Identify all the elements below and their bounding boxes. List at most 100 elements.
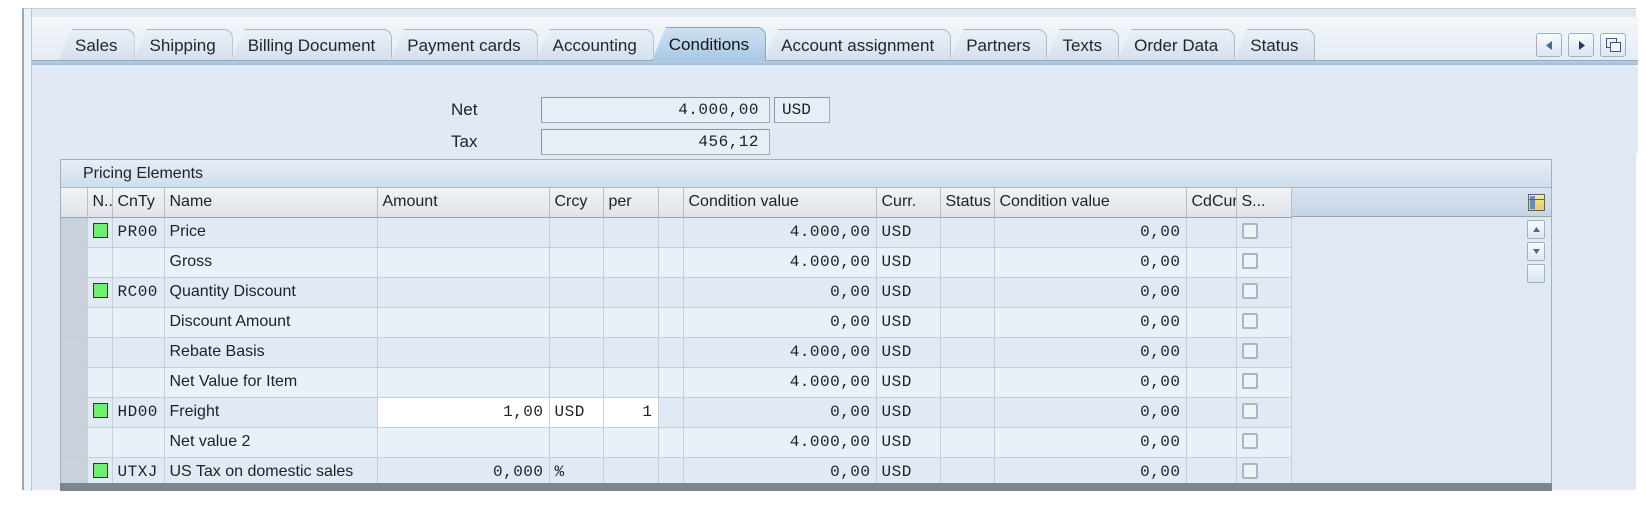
row-amount[interactable] — [377, 367, 549, 397]
row-condition-value[interactable]: 0,00 — [683, 397, 876, 427]
row-checkbox[interactable] — [1242, 463, 1258, 479]
tab-payment-cards[interactable]: Payment cards — [390, 29, 537, 61]
row-crcy[interactable] — [549, 367, 603, 397]
row-amount[interactable] — [377, 337, 549, 367]
row-checkbox[interactable] — [1242, 343, 1258, 359]
scroll-down-button[interactable] — [1527, 242, 1545, 261]
row-cdcur[interactable] — [1186, 337, 1236, 367]
row-status[interactable] — [940, 307, 994, 337]
net-currency-input[interactable]: USD — [774, 97, 830, 123]
tab-status[interactable]: Status — [1233, 29, 1315, 61]
row-select-cell[interactable] — [61, 367, 87, 397]
row-checkbox-cell[interactable] — [1236, 307, 1291, 337]
col-header-amount[interactable]: Amount — [377, 188, 549, 217]
row-condition-value-2[interactable]: 0,00 — [994, 247, 1186, 277]
table-row[interactable]: RC00Quantity Discount0,00USD0,00 — [61, 277, 1291, 307]
tab-prev-button[interactable] — [1536, 33, 1562, 57]
col-header-condition_value[interactable]: Condition value — [683, 188, 876, 217]
row-cdcur[interactable] — [1186, 217, 1236, 247]
col-header-sel[interactable] — [61, 188, 87, 217]
row-per[interactable] — [603, 307, 658, 337]
row-cdcur[interactable] — [1186, 427, 1236, 457]
row-currency[interactable]: USD — [876, 397, 940, 427]
row-unit[interactable] — [658, 247, 683, 277]
row-crcy[interactable] — [549, 427, 603, 457]
table-row[interactable]: Gross4.000,00USD0,00 — [61, 247, 1291, 277]
row-per[interactable] — [603, 367, 658, 397]
tab-list-button[interactable] — [1600, 33, 1626, 57]
row-status[interactable] — [940, 247, 994, 277]
row-crcy[interactable]: USD — [549, 397, 603, 427]
row-condition-value[interactable]: 4.000,00 — [683, 427, 876, 457]
row-checkbox[interactable] — [1242, 433, 1258, 449]
row-amount[interactable] — [377, 217, 549, 247]
row-condition-value-2[interactable]: 0,00 — [994, 397, 1186, 427]
row-condition-value[interactable]: 0,00 — [683, 307, 876, 337]
row-amount[interactable] — [377, 247, 549, 277]
row-condition-type[interactable] — [112, 337, 164, 367]
row-name[interactable]: Net Value for Item — [164, 367, 377, 397]
row-cdcur[interactable] — [1186, 367, 1236, 397]
row-crcy[interactable] — [549, 307, 603, 337]
tab-accounting[interactable]: Accounting — [536, 29, 654, 61]
row-status[interactable] — [940, 337, 994, 367]
table-row[interactable]: Net Value for Item4.000,00USD0,00 — [61, 367, 1291, 397]
tab-partners[interactable]: Partners — [949, 29, 1047, 61]
row-checkbox[interactable] — [1242, 313, 1258, 329]
row-name[interactable]: Discount Amount — [164, 307, 377, 337]
row-select-cell[interactable] — [61, 247, 87, 277]
row-cdcur[interactable] — [1186, 397, 1236, 427]
row-status[interactable] — [940, 217, 994, 247]
row-checkbox-cell[interactable] — [1236, 337, 1291, 367]
row-condition-value-2[interactable]: 0,00 — [994, 217, 1186, 247]
row-condition-value-2[interactable]: 0,00 — [994, 277, 1186, 307]
row-crcy[interactable] — [549, 277, 603, 307]
row-condition-type[interactable]: PR00 — [112, 217, 164, 247]
tab-texts[interactable]: Texts — [1045, 29, 1119, 61]
row-condition-type[interactable] — [112, 247, 164, 277]
tab-billing-document[interactable]: Billing Document — [231, 29, 393, 61]
row-per[interactable] — [603, 217, 658, 247]
row-checkbox-cell[interactable] — [1236, 247, 1291, 277]
row-checkbox[interactable] — [1242, 253, 1258, 269]
row-condition-value[interactable]: 4.000,00 — [683, 217, 876, 247]
tab-conditions[interactable]: Conditions — [652, 27, 766, 61]
tab-shipping[interactable]: Shipping — [133, 29, 233, 61]
row-name[interactable]: Gross — [164, 247, 377, 277]
table-row[interactable]: PR00Price 4.000,00USD 0,00 — [61, 217, 1291, 247]
row-name[interactable]: Price — [164, 217, 377, 247]
row-currency[interactable]: USD — [876, 307, 940, 337]
row-per[interactable]: 1 — [603, 397, 658, 427]
row-condition-type[interactable] — [112, 307, 164, 337]
row-amount[interactable] — [377, 427, 549, 457]
row-name[interactable]: Quantity Discount — [164, 277, 377, 307]
table-row[interactable]: HD00Freight1,00USD10,00USD0,00 — [61, 397, 1291, 427]
tab-sales[interactable]: Sales — [58, 29, 135, 61]
row-cdcur[interactable] — [1186, 247, 1236, 277]
row-checkbox[interactable] — [1242, 283, 1258, 299]
row-status[interactable] — [940, 277, 994, 307]
row-unit[interactable] — [658, 307, 683, 337]
row-condition-value-2[interactable]: 0,00 — [994, 307, 1186, 337]
col-header-cnty[interactable]: CnTy — [112, 188, 164, 217]
col-header-status[interactable]: Status — [940, 188, 994, 217]
row-checkbox-cell[interactable] — [1236, 427, 1291, 457]
table-settings-icon[interactable] — [1528, 194, 1545, 211]
table-row[interactable]: Discount Amount0,00USD0,00 — [61, 307, 1291, 337]
row-cdcur[interactable] — [1186, 277, 1236, 307]
row-condition-value-2[interactable]: 0,00 — [994, 427, 1186, 457]
row-select-cell[interactable] — [61, 427, 87, 457]
row-unit[interactable] — [658, 397, 683, 427]
row-per[interactable] — [603, 277, 658, 307]
row-checkbox-cell[interactable] — [1236, 217, 1291, 247]
row-checkbox[interactable] — [1242, 373, 1258, 389]
col-header-condition_value2[interactable]: Condition value — [994, 188, 1186, 217]
col-header-s[interactable]: S... — [1236, 188, 1291, 217]
row-amount[interactable]: 1,00 — [377, 397, 549, 427]
row-select-cell[interactable] — [61, 397, 87, 427]
row-select-cell[interactable] — [61, 337, 87, 367]
row-name[interactable]: Net value 2 — [164, 427, 377, 457]
row-currency[interactable]: USD — [876, 217, 940, 247]
col-header-cdcur[interactable]: CdCur — [1186, 188, 1236, 217]
row-amount[interactable] — [377, 277, 549, 307]
